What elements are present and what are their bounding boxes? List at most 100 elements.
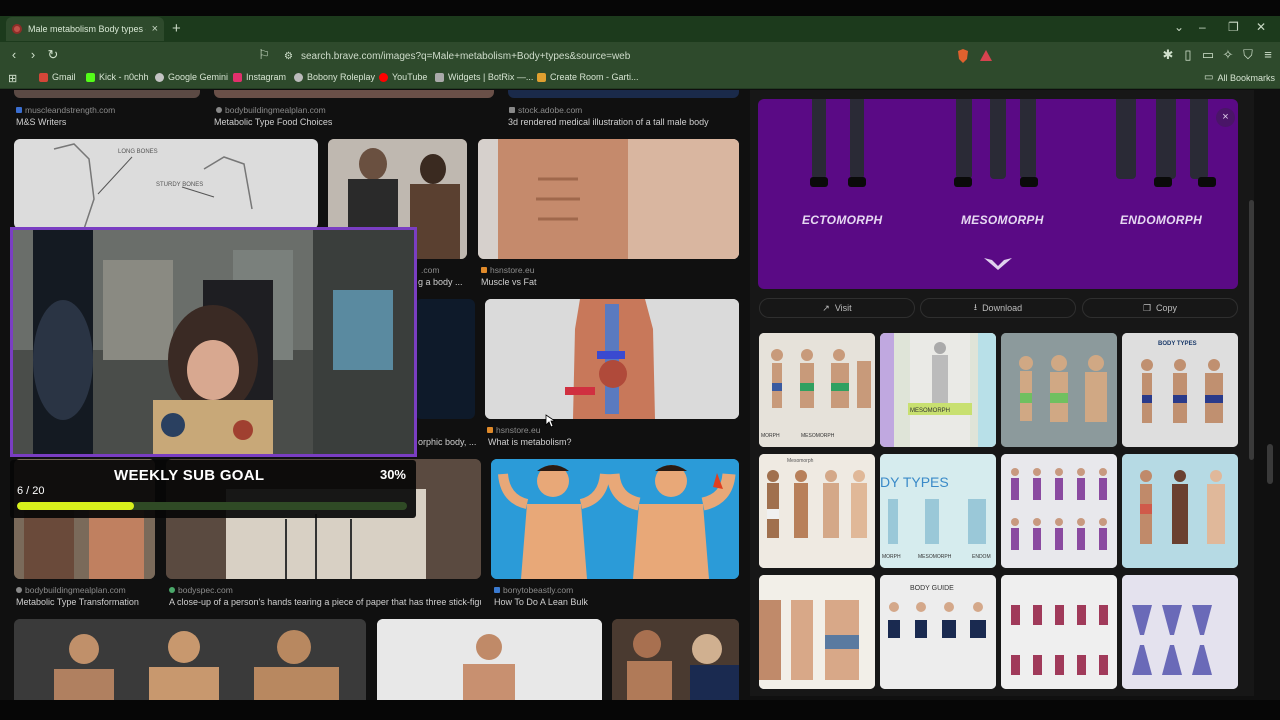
extensions-icon[interactable]: ✱ [1160,47,1176,63]
result-caption[interactable]: 3d rendered medical illustration of a ta… [508,117,709,127]
garti-icon [537,72,546,82]
bookmark-kick[interactable]: Kick - n0chh [86,72,149,82]
body-types-women-2 [1122,454,1238,568]
all-bookmarks[interactable]: ▭ All Bookmarks [1204,72,1275,83]
result-source[interactable]: bodybuildingmealplan.com [216,105,326,115]
leg-shape [990,99,1006,179]
result-source[interactable]: muscleandstrength.com [16,105,115,115]
related-image[interactable]: DY TYPES MORPH MESOMORPH ENDOM [880,454,996,568]
image-result[interactable] [508,90,739,98]
sidebar-icon[interactable]: ▯ [1180,47,1196,63]
image-result-lean-bulk[interactable] [491,459,739,579]
result-caption[interactable]: How To Do A Lean Bulk [494,597,588,607]
image-result[interactable] [214,90,494,98]
shoe-shape [848,177,866,187]
result-caption[interactable]: What is metabolism? [488,437,572,447]
new-tab-button[interactable]: + [172,20,181,37]
address-url[interactable]: search.brave.com/images?q=Male+metabolis… [301,51,630,62]
back-icon[interactable]: ‹ [6,47,22,62]
related-image[interactable] [1122,454,1238,568]
related-image[interactable] [1001,333,1117,447]
image-result[interactable] [14,90,200,98]
detail-preview-image[interactable]: ECTOMORPH MESOMORPH ENDOMORPH [758,99,1238,289]
tab-close-icon[interactable]: × [152,23,158,35]
instagram-icon [233,72,242,82]
menu-icon[interactable]: ≡ [1260,47,1276,62]
related-image[interactable] [1001,454,1117,568]
leo-ai-icon[interactable]: ✧ [1220,47,1236,63]
bookmark-instagram[interactable]: Instagram [233,72,286,82]
related-image[interactable]: BODY TYPES [1122,333,1238,447]
browser-tab[interactable]: Male metabolism Body types - B × [6,17,164,41]
result-caption[interactable]: A close-up of a person's hands tearing a… [169,597,481,607]
svg-text:Mesomorph: Mesomorph [787,458,814,464]
sub-goal-progress-fill [17,502,134,510]
related-image[interactable]: MORPH MESOMORPH [759,333,875,447]
result-source[interactable]: hsnstore.eu [487,425,540,435]
related-image[interactable] [1122,575,1238,689]
vpn-icon[interactable]: ⛉ [1240,47,1256,63]
result-source[interactable]: bonytobeastly.com [494,585,573,595]
image-result[interactable] [377,619,602,700]
brave-tab-icon [12,24,22,34]
result-source[interactable]: bodybuildingmealplan.com [16,585,126,595]
tab-search-icon[interactable]: ⌄ [1174,20,1184,34]
image-result[interactable] [415,299,475,419]
result-caption[interactable]: M&S Writers [16,117,66,127]
forward-icon[interactable]: › [25,47,41,62]
result-source[interactable]: stock.adobe.com [509,105,582,115]
body-types-men [759,575,875,689]
wallet-icon[interactable]: ▭ [1200,47,1216,63]
download-button[interactable]: ⭳ Download [920,298,1076,318]
bookmark-botrix[interactable]: Widgets | BotRix —... [435,72,533,82]
related-image[interactable]: Mesomorph [759,454,875,568]
image-result-bones[interactable]: LONG BONES STURDY BONES [14,139,318,229]
svg-text:DY TYPES: DY TYPES [880,474,949,490]
related-image[interactable] [759,575,875,689]
reload-icon[interactable]: ↻ [45,47,61,63]
bookmark-gemini[interactable]: Google Gemini [155,72,228,82]
page-scrollbar[interactable] [1267,444,1273,484]
globe-icon [155,72,164,82]
result-caption[interactable]: Metabolic Type Food Choices [214,117,332,127]
result-caption[interactable]: Muscle vs Fat [481,277,537,287]
related-image[interactable] [1001,575,1117,689]
leg-shape [1156,99,1176,179]
bookmark-bobony[interactable]: Bobony Roleplay [294,72,375,82]
close-preview-button[interactable]: × [1216,108,1235,127]
related-image[interactable]: MESOMORPH [880,333,996,447]
visit-button[interactable]: ↗ Visit [759,298,915,318]
sturdy-bones-label: STURDY BONES [156,182,203,188]
image-result-metabolism[interactable] [485,299,739,419]
lean-bulk-illustration [491,459,739,579]
apps-icon[interactable]: ⊞ [8,72,17,85]
site-info-icon[interactable]: ⚙ [284,51,293,62]
result-caption[interactable]: g a body ... [418,277,463,287]
svg-text:BODY GUIDE: BODY GUIDE [910,585,954,592]
image-result-muscle-vs-fat[interactable] [478,139,739,259]
bookmark-garti[interactable]: Create Room - Garti... [537,72,639,82]
bookmark-gmail[interactable]: Gmail [39,72,76,82]
result-caption[interactable]: Metabolic Type Transformation [16,597,139,607]
copy-button[interactable]: ❐ Copy [1082,298,1238,318]
result-source[interactable]: hsnstore.eu [481,265,534,275]
body-types-3d [1001,333,1117,447]
minimize-icon[interactable]: – [1199,20,1206,34]
related-image[interactable]: BODY GUIDE [880,575,996,689]
svg-text:MESOMORPH: MESOMORPH [918,554,952,560]
result-caption[interactable]: orphic body, ... [418,437,476,447]
bookmark-youtube[interactable]: YouTube [379,72,427,82]
detail-panel-scrollbar[interactable] [1249,200,1254,460]
address-bar[interactable]: ⚙ search.brave.com/images?q=Male+metabol… [276,46,998,66]
image-result[interactable] [612,619,739,700]
brave-shields-icon[interactable] [956,48,970,64]
leg-shape [1116,99,1136,179]
brand-logo-icon [984,258,1012,270]
window-close-icon[interactable]: ✕ [1256,20,1266,34]
result-source[interactable]: .com [421,265,439,275]
bookmark-page-icon[interactable]: ⚐ [256,47,272,63]
image-result[interactable] [14,619,366,700]
result-source[interactable]: bodyspec.com [169,585,233,595]
restore-icon[interactable]: ❐ [1228,20,1239,34]
brave-rewards-icon[interactable] [979,49,993,62]
